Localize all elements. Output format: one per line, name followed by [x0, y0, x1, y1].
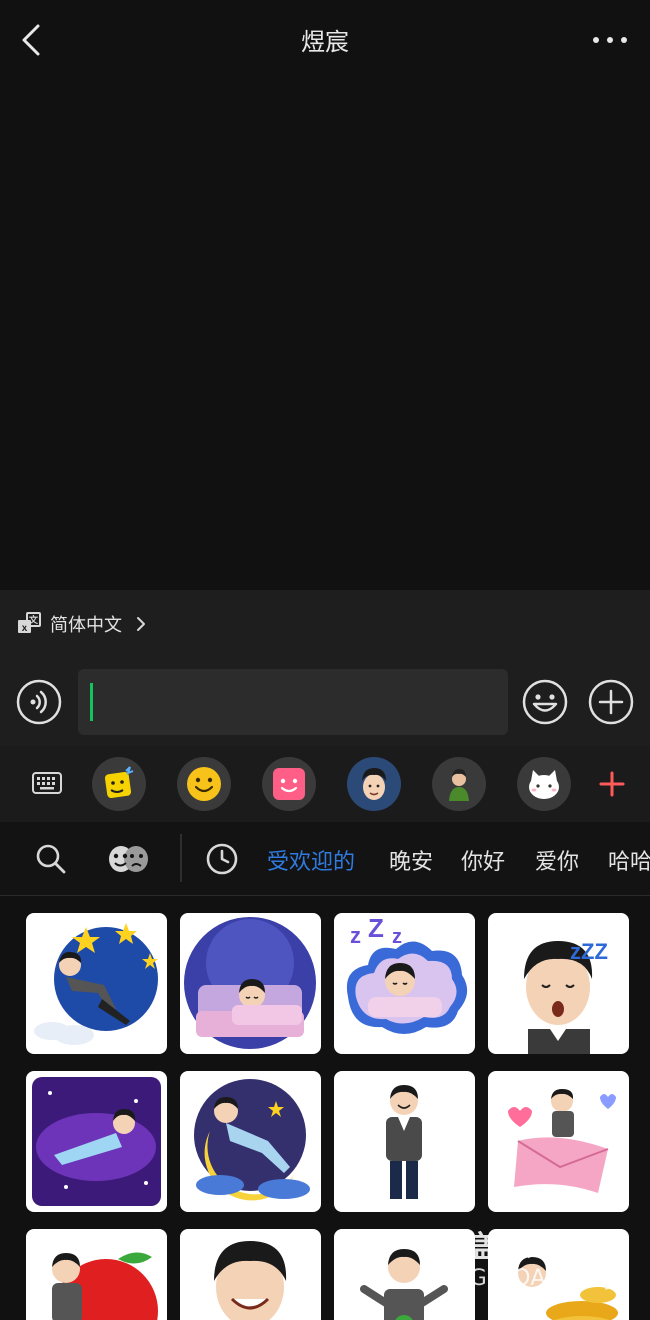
more-dots-icon[interactable]: [590, 26, 630, 54]
top-bar: 煜宸: [0, 0, 650, 80]
plus-circle-icon[interactable]: [588, 679, 634, 725]
smiley-icon[interactable]: [522, 679, 568, 725]
sticker-pack-bar: [0, 746, 650, 822]
add-pack-plus-icon[interactable]: [598, 770, 626, 798]
tab-popular[interactable]: 受欢迎的: [267, 844, 355, 876]
sparkle-pack-icon: [104, 766, 134, 799]
text-caret: [90, 683, 93, 721]
theater-masks-icon[interactable]: [106, 844, 150, 874]
yellow-emoji-pack[interactable]: [177, 757, 231, 811]
translate-icon: x 文: [18, 612, 41, 634]
avatar-figure-icon: [449, 769, 469, 801]
tab-hello[interactable]: 你好: [461, 844, 505, 876]
pink-smiley-icon: [273, 768, 305, 800]
message-area[interactable]: [0, 80, 650, 590]
bitmoji-avatar-icon: [362, 768, 386, 800]
tab-love-you[interactable]: 爱你: [535, 844, 579, 876]
svg-text:Z: Z: [368, 913, 384, 943]
svg-text:文: 文: [28, 614, 39, 625]
crescent-moon-sleep-sticker[interactable]: [180, 1071, 321, 1212]
pink-emoji-pack[interactable]: [262, 757, 316, 811]
language-label: 简体中文: [50, 615, 122, 636]
search-icon[interactable]: [34, 842, 68, 876]
yellow-smiley-icon: [187, 767, 221, 801]
sleeping-in-bed-sticker[interactable]: [180, 913, 321, 1054]
sparkle-sticker-pack[interactable]: [92, 757, 146, 811]
number-sign-sticker[interactable]: 10: [180, 1229, 321, 1320]
sleeping-in-cloud-sticker[interactable]: z Z z: [334, 913, 475, 1054]
sticker-category-bar: 受欢迎的 晚安 你好 爱你 哈哈: [0, 822, 650, 896]
sticker-grid: z Z z zZZ 盖乐世社区 @GC_QA220MJX: [0, 896, 650, 1320]
gold-coins-sticker[interactable]: [488, 1229, 629, 1320]
tab-good-night[interactable]: 晚安: [389, 844, 433, 876]
standing-laughing-sticker[interactable]: [334, 1071, 475, 1212]
cat-pack[interactable]: [517, 757, 571, 811]
floating-in-space-sticker[interactable]: [26, 1071, 167, 1212]
bitmoji-pack[interactable]: [347, 757, 401, 811]
tab-haha[interactable]: 哈哈: [608, 844, 650, 876]
svg-text:z: z: [392, 926, 402, 948]
love-letter-sticker[interactable]: [488, 1071, 629, 1212]
language-selector[interactable]: x 文 简体中文: [16, 610, 148, 638]
chevron-right-icon: [137, 617, 145, 631]
yawning-zzz-sticker[interactable]: zZZ: [488, 913, 629, 1054]
voice-icon[interactable]: [16, 679, 62, 725]
clock-recent-icon[interactable]: [205, 842, 239, 876]
keyboard-icon[interactable]: [32, 772, 62, 794]
message-input[interactable]: [78, 669, 508, 735]
cheering-sticker[interactable]: [334, 1229, 475, 1320]
chat-title: 煜宸: [301, 28, 349, 56]
svg-text:zZZ: zZZ: [570, 939, 608, 964]
input-panel: x 文 简体中文: [0, 590, 650, 746]
category-divider: [180, 834, 182, 882]
avatar-pack[interactable]: [432, 757, 486, 811]
sleeping-on-moon-sticker[interactable]: [26, 913, 167, 1054]
white-cat-icon: [529, 770, 559, 799]
apple-sticker[interactable]: [26, 1229, 167, 1320]
svg-text:z: z: [350, 923, 361, 948]
